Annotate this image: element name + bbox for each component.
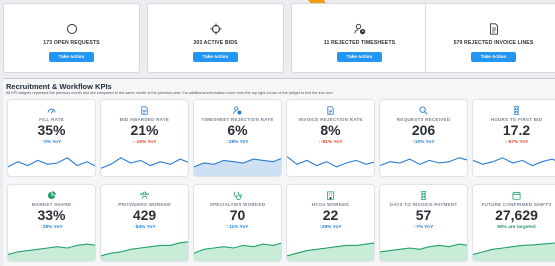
- kpi-card-specialties-worked[interactable]: SPECIALTIES WORKED 70 ↑11% YoY: [193, 184, 282, 262]
- users-icon: [101, 191, 188, 200]
- kpi-card-timesheet-rejection-rate[interactable]: TIMESHEET REJECTION RATE 6% ↑28% YoY: [193, 99, 282, 177]
- sparkline-area: [194, 158, 281, 176]
- sparkline-line: [287, 156, 374, 168]
- kpi-value: 8%: [320, 122, 341, 138]
- take-action-button[interactable]: Take Action: [470, 52, 517, 62]
- action-cards-row: 173 OPEN REQUESTS Take Action 303 ACTIVE…: [3, 3, 555, 75]
- kpi-value: 21%: [130, 122, 159, 138]
- kpi-card-hcos-worked[interactable]: HCOs WORKED 22 ↑29% YoY: [286, 184, 375, 262]
- kpi-value: 57: [415, 207, 432, 223]
- kpi-value: 22: [322, 207, 339, 223]
- section-title: Recruitment & Workflow KPIs: [6, 82, 112, 91]
- kpi-card-providers-worked[interactable]: PROVIDERS WORKED 429 ↑54% YoY: [100, 184, 189, 262]
- kpi-value: 27,629: [495, 207, 538, 223]
- kpi-delta: ↑10% YoY: [412, 140, 435, 145]
- kpi-card-days-to-invoice-payment[interactable]: DAYS TO INVOICE PAYMENT 57 ↑7% YoY: [379, 184, 468, 262]
- take-action-button[interactable]: Take Action: [48, 52, 95, 62]
- action-card-label: 303 ACTIVE BIDS: [193, 40, 238, 46]
- sparkline: [194, 242, 281, 261]
- sparkline-line: [8, 157, 95, 168]
- sparkline: [8, 157, 95, 168]
- document-icon: [488, 22, 500, 36]
- kpi-delta: ↑7% YoY: [413, 225, 434, 230]
- kpi-delta: ↑28% YoY: [226, 140, 249, 145]
- kpi-delta: ↑54% YoY: [133, 225, 156, 230]
- action-card-label: 11 REJECTED TIMESHEETS: [323, 40, 396, 46]
- kpi-delta: ↓-19% YoY: [132, 140, 157, 145]
- kpi-delta: 89% are targeted: [497, 225, 536, 230]
- kpi-panel: Recruitment & Workflow KPIs All KPI widg…: [3, 78, 555, 266]
- action-card-active-bids: 303 ACTIVE BIDS Take Action: [147, 3, 284, 73]
- sparkline-area: [380, 244, 467, 261]
- sparkline: [8, 243, 95, 261]
- document-icon: [287, 106, 374, 115]
- sparkline-line: [380, 157, 467, 167]
- sparkline: [194, 157, 281, 176]
- user-clock-icon: [353, 22, 366, 36]
- action-card-open-requests: 173 OPEN REQUESTS Take Action: [3, 3, 140, 73]
- crosshair-icon: [210, 22, 222, 36]
- kpi-value: 70: [229, 207, 246, 223]
- stethoscope-icon: [194, 191, 281, 200]
- circle-icon: [66, 22, 78, 36]
- user-clock-icon: [194, 106, 281, 115]
- sparkline: [473, 242, 555, 261]
- kpi-card-requests-received[interactable]: REQUESTS RECEIVED 206 ↑10% YoY: [379, 99, 468, 177]
- calendar-icon: [473, 191, 555, 200]
- sparkline-area: [194, 243, 281, 261]
- hourglass-icon: [380, 191, 467, 200]
- kpi-delta: ↑11% YoY: [226, 225, 249, 230]
- kpi-delta: ↑0% YoY: [41, 140, 62, 145]
- sparkline-line: [473, 157, 555, 167]
- action-card-label: 579 REJECTED INVOICE LINES: [453, 40, 534, 46]
- sparkline-line: [101, 157, 188, 169]
- kpi-card-hours-to-first-bid[interactable]: HOURS TO FIRST BID 17.2 ↓-67% YoY: [472, 99, 555, 177]
- sparkline: [287, 242, 374, 261]
- kpi-card-invoice-rejection-rate[interactable]: INVOICE REJECTION RATE 8% ↓-81% YoY: [286, 99, 375, 177]
- kpi-card-market-share[interactable]: MARKET SHARE 33% ↑29% YoY: [7, 184, 96, 262]
- kpi-card-bid-awarded-rate[interactable]: BID AWARDED RATE 21% ↓-19% YoY: [100, 99, 189, 177]
- section-subtitle: All KPI widgets represent the previous m…: [6, 91, 333, 95]
- kpi-value: 206: [411, 122, 436, 138]
- action-card-label: 173 OPEN REQUESTS: [43, 40, 100, 46]
- kpi-value: 35%: [37, 122, 66, 138]
- kpi-delta: ↓-67% YoY: [504, 140, 529, 145]
- kpi-delta: ↑29% YoY: [40, 225, 63, 230]
- hourglass-icon: [473, 106, 555, 115]
- sparkline: [101, 157, 188, 169]
- kpi-delta: ↓-81% YoY: [318, 140, 343, 145]
- sparkline: [287, 156, 374, 168]
- action-card-rejected-timesheets: 11 REJECTED TIMESHEETS Take Action: [291, 3, 428, 73]
- kpi-value: 33%: [37, 207, 66, 223]
- dashboard: 173 OPEN REQUESTS Take Action 303 ACTIVE…: [0, 0, 555, 266]
- document-icon: [101, 106, 188, 115]
- sparkline-area: [8, 244, 95, 261]
- search-icon: [380, 106, 467, 115]
- kpi-card-future-confirmed-shifts[interactable]: FUTURE CONFIRMED SHIFTS 27,629 89% are tar…: [472, 184, 555, 262]
- action-card-rejected-invoice-lines: 579 REJECTED INVOICE LINES Take Action: [425, 3, 555, 73]
- sparkline: [473, 157, 555, 167]
- sparkline: [380, 243, 467, 261]
- kpi-value: 6%: [227, 122, 248, 138]
- sparkline: [101, 241, 188, 261]
- building-icon: [287, 191, 374, 200]
- take-action-button[interactable]: Take Action: [192, 52, 239, 62]
- kpi-delta: ↑29% YoY: [319, 225, 342, 230]
- take-action-button[interactable]: Take Action: [336, 52, 383, 62]
- kpi-value: 429: [132, 207, 157, 223]
- pie-icon: [8, 191, 95, 200]
- kpi-value: 17.2: [502, 122, 531, 138]
- kpi-card-fill-rate[interactable]: FILL RATE 35% ↑0% YoY: [7, 99, 96, 177]
- gauge-icon: [8, 106, 95, 115]
- sparkline: [380, 157, 467, 167]
